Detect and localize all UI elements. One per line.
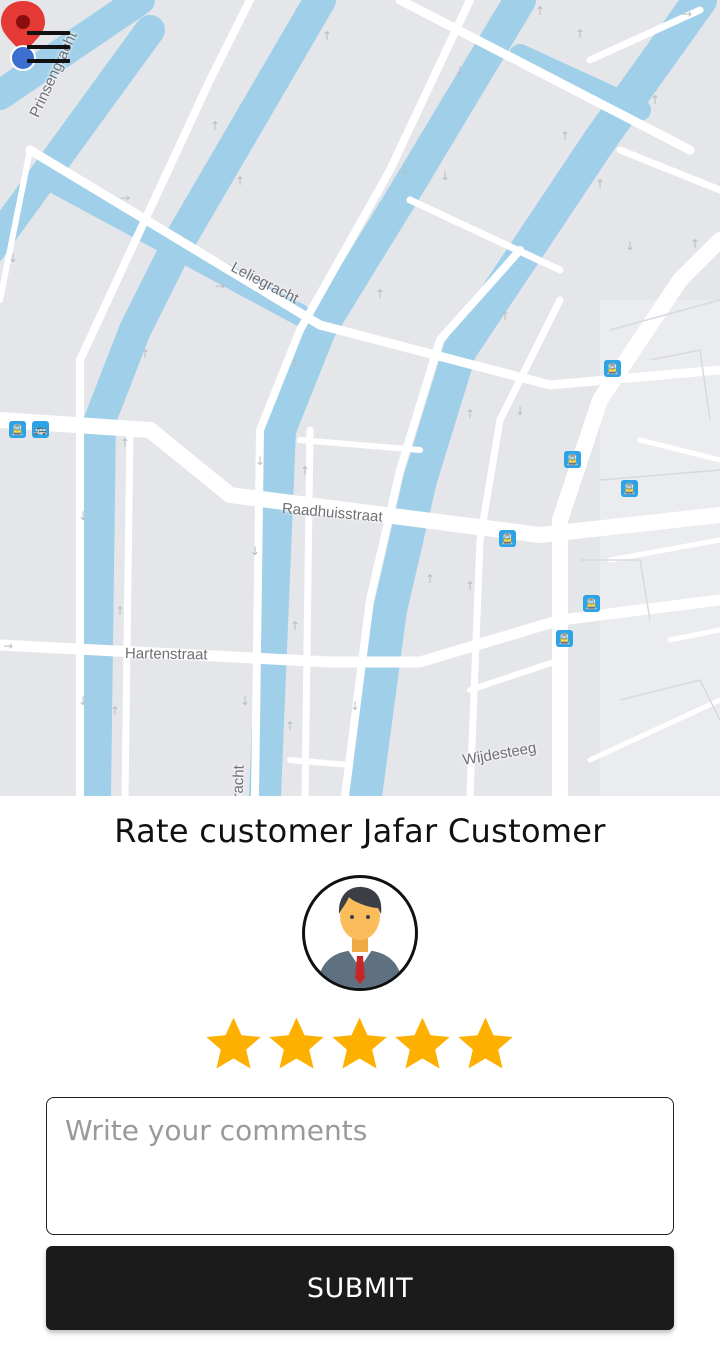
tram-stop-icon[interactable]: 🚊 bbox=[564, 451, 581, 468]
svg-text:→: → bbox=[120, 191, 130, 205]
svg-text:↓: ↓ bbox=[250, 544, 260, 558]
rating-title: Rate customer Jafar Customer bbox=[114, 812, 606, 850]
svg-text:→: → bbox=[3, 639, 13, 653]
tram-stop-icon[interactable]: 🚊 bbox=[499, 530, 516, 547]
svg-text:↓: ↓ bbox=[400, 164, 410, 178]
hamburger-menu-icon[interactable] bbox=[27, 31, 71, 67]
tram-stop-icon[interactable]: 🚊 bbox=[604, 360, 621, 377]
svg-text:↑: ↑ bbox=[500, 309, 510, 323]
svg-text:↓: ↓ bbox=[78, 694, 88, 708]
svg-text:↓: ↓ bbox=[78, 509, 88, 523]
tram-stop-icon[interactable]: 🚊 bbox=[9, 421, 26, 438]
svg-text:↓: ↓ bbox=[455, 64, 465, 78]
svg-text:↑: ↑ bbox=[690, 237, 700, 251]
star-icon[interactable] bbox=[454, 1013, 517, 1075]
star-icon[interactable] bbox=[202, 1013, 265, 1075]
star-icon[interactable] bbox=[328, 1013, 391, 1075]
svg-text:↑: ↑ bbox=[465, 579, 475, 593]
svg-text:↑: ↑ bbox=[300, 464, 310, 478]
street-label-hartenstraat: Hartenstraat bbox=[124, 645, 208, 664]
map-view[interactable]: ↓ ↓ ↑ ↑ ↑ ↓ ↓ ↓ ↑ ↑ ↑ ↓ ↑ ↑ ↑ ↓ ↑ ↓ ↓ ↓ ↑ ↑ ↑ ↓ ↑ ↑ ↓ ↑ … bbox=[0, 0, 720, 796]
bus-stop-icon[interactable]: 🚌 bbox=[32, 421, 49, 438]
svg-text:↑: ↑ bbox=[535, 4, 545, 18]
star-rating[interactable] bbox=[202, 1013, 517, 1075]
svg-text:↑: ↑ bbox=[290, 619, 300, 633]
map-canvas: ↓↓ ↑↑↑ ↓↓↓ ↑↑↑ ↓↑ ↑ ↑ ↓ ↑↓ ↓↓ ↑↑ ↑↓ ↑↑ ↓↑ … bbox=[0, 0, 720, 796]
customer-avatar-icon bbox=[302, 875, 418, 991]
tram-stop-icon[interactable]: 🚊 bbox=[621, 480, 638, 497]
street-label-gracht-partial: racht bbox=[229, 764, 248, 796]
svg-text:↑: ↑ bbox=[575, 27, 585, 41]
svg-text:↑: ↑ bbox=[595, 177, 605, 191]
svg-text:↑: ↑ bbox=[560, 129, 570, 143]
svg-text:↓: ↓ bbox=[255, 454, 265, 468]
svg-text:↓: ↓ bbox=[440, 169, 450, 183]
svg-text:↓: ↓ bbox=[515, 404, 525, 418]
tram-stop-icon[interactable]: 🚊 bbox=[583, 595, 600, 612]
svg-text:↑: ↑ bbox=[650, 93, 660, 107]
svg-text:↑: ↑ bbox=[235, 174, 245, 188]
svg-text:↑: ↑ bbox=[120, 436, 130, 450]
svg-text:↑: ↑ bbox=[210, 119, 220, 133]
svg-text:→: → bbox=[215, 279, 225, 293]
svg-text:↑: ↑ bbox=[425, 572, 435, 586]
tram-stop-icon[interactable]: 🚊 bbox=[556, 630, 573, 647]
svg-text:↓: ↓ bbox=[350, 699, 360, 713]
comment-input[interactable] bbox=[46, 1097, 674, 1235]
star-icon[interactable] bbox=[265, 1013, 328, 1075]
svg-text:↑: ↑ bbox=[140, 347, 150, 361]
svg-text:→: → bbox=[682, 7, 692, 21]
svg-text:↑: ↑ bbox=[465, 407, 475, 421]
svg-text:↑: ↑ bbox=[115, 604, 125, 618]
svg-text:↑: ↑ bbox=[110, 704, 120, 718]
svg-text:↓: ↓ bbox=[240, 694, 250, 708]
svg-text:↑: ↑ bbox=[322, 29, 332, 43]
svg-text:↑: ↑ bbox=[375, 287, 385, 301]
star-icon[interactable] bbox=[391, 1013, 454, 1075]
submit-button[interactable]: SUBMIT bbox=[46, 1246, 674, 1330]
svg-text:↓: ↓ bbox=[290, 356, 300, 370]
svg-text:↓: ↓ bbox=[8, 251, 18, 265]
svg-text:↑: ↑ bbox=[285, 719, 295, 733]
svg-text:↓: ↓ bbox=[625, 239, 635, 253]
